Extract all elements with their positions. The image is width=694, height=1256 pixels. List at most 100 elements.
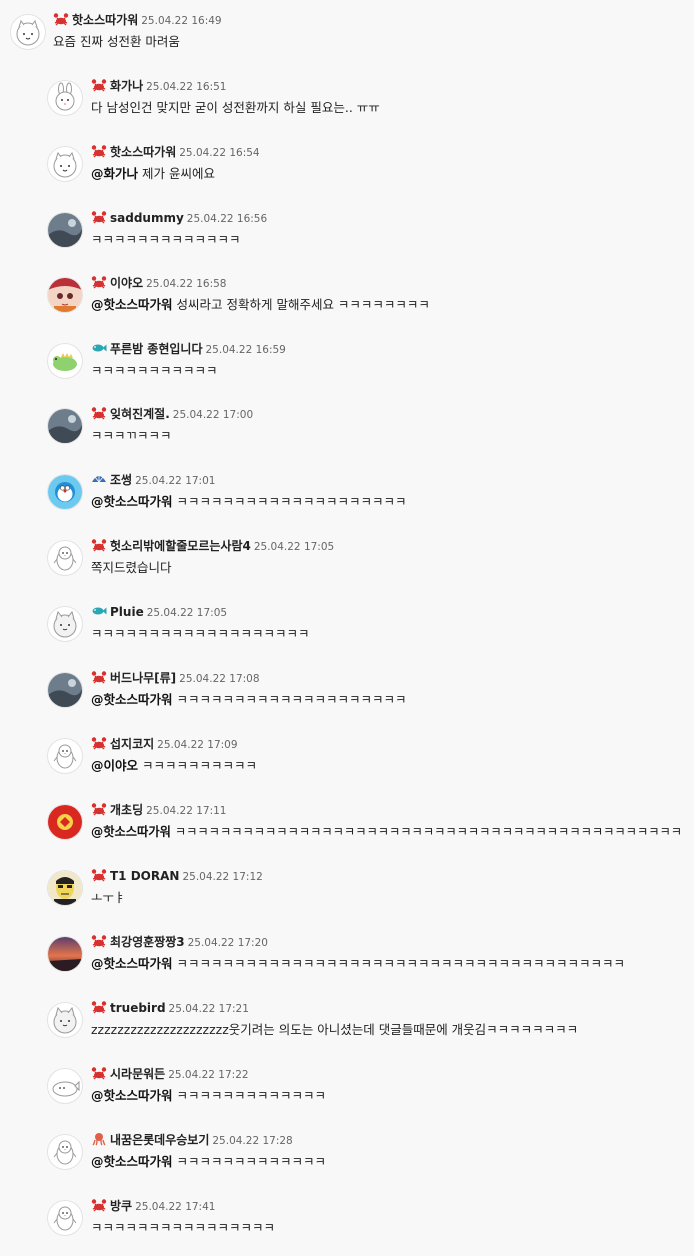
author-nickname[interactable]: 개초딩 bbox=[110, 803, 143, 817]
comment-item: 잊혀진계절. 25.04.22 17:00 ㅋㅋㅋㄲㅋㅋㅋ bbox=[0, 398, 694, 464]
crab-icon bbox=[91, 78, 107, 92]
comment-body: ㅋㅋㅋㄲㅋㅋㅋ bbox=[91, 428, 172, 444]
author-nickname[interactable]: 화가나 bbox=[110, 79, 143, 93]
mention-link[interactable]: @핫소스따가워 bbox=[91, 825, 171, 839]
comment-header: 개초딩 25.04.22 17:11 bbox=[91, 801, 226, 817]
comment-text: 성씨라고 정확하게 말해주세요 ㅋㅋㅋㅋㅋㅋㅋㅋ bbox=[176, 297, 430, 312]
avatar[interactable] bbox=[47, 540, 83, 576]
comment-item: 이야오 25.04.22 16:58 @핫소스따가워 성씨라고 정확하게 말해주세요 … bbox=[0, 267, 694, 333]
avatar[interactable] bbox=[47, 80, 83, 116]
comment-text: ㅗㅜㅑ bbox=[91, 890, 126, 905]
comment-header: 푸른밤 종현입니다 25.04.22 16:59 bbox=[91, 340, 286, 356]
comment-body: @핫소스따가워 ㅋㅋㅋㅋㅋㅋㅋㅋㅋㅋㅋㅋㅋ bbox=[91, 1154, 326, 1170]
comment-header: 헛소리밖에할줄모르는사람4 25.04.22 17:05 bbox=[91, 537, 334, 553]
comment-header: 최강영훈짱짱3 25.04.22 17:20 bbox=[91, 933, 268, 949]
avatar[interactable] bbox=[47, 870, 83, 906]
comment-header: 핫소스따가워 25.04.22 16:49 bbox=[53, 11, 222, 27]
mention-link[interactable]: @핫소스따가워 bbox=[91, 297, 173, 312]
author-nickname[interactable]: 버드나무[류] bbox=[110, 671, 176, 685]
avatar[interactable] bbox=[47, 146, 83, 182]
comment-timestamp: 25.04.22 16:56 bbox=[186, 213, 268, 225]
comment-text: ㅋㅋㅋㅋㅋㅋㅋㅋㅋㅋㅋ bbox=[91, 363, 218, 378]
comment-text: 요즘 진짜 성전환 마려움 bbox=[53, 34, 180, 49]
comment-text: zzzzzzzzzzzzzzzzzzzzz웃기려는 의도는 아니셨는데 댓글들때… bbox=[91, 1022, 579, 1037]
author-nickname[interactable]: 조썽 bbox=[110, 473, 132, 487]
author-nickname[interactable]: 시라문워든 bbox=[110, 1067, 165, 1081]
comment-item: 방쿠 25.04.22 17:41 ㅋㅋㅋㅋㅋㅋㅋㅋㅋㅋㅋㅋㅋㅋㅋㅋ bbox=[0, 1190, 694, 1256]
comment-item: Pluie 25.04.22 17:05 ㅋㅋㅋㅋㅋㅋㅋㅋㅋㅋㅋㅋㅋㅋㅋㅋㅋㅋㅋ bbox=[0, 596, 694, 662]
mention-link[interactable]: @핫소스따가워 bbox=[91, 1088, 173, 1103]
avatar[interactable] bbox=[10, 14, 46, 50]
avatar[interactable] bbox=[47, 1068, 83, 1104]
author-nickname[interactable]: truebird bbox=[110, 1001, 166, 1015]
comment-body: 요즘 진짜 성전환 마려움 bbox=[53, 34, 180, 50]
avatar[interactable] bbox=[47, 936, 83, 972]
comment-body: ㅋㅋㅋㅋㅋㅋㅋㅋㅋㅋㅋㅋㅋ bbox=[91, 232, 241, 248]
comment-item: 최강영훈짱짱3 25.04.22 17:20 @핫소스따가워 ㅋㅋㅋㅋㅋㅋㅋㅋㅋㅋㅋㅋ… bbox=[0, 926, 694, 992]
avatar[interactable] bbox=[47, 277, 83, 313]
comment-header: 잊혀진계절. 25.04.22 17:00 bbox=[91, 405, 253, 421]
comment-text: ㅋㅋㅋㅋㅋㅋㅋㅋㅋㅋㅋㅋㅋ bbox=[176, 1154, 327, 1169]
avatar[interactable] bbox=[47, 606, 83, 642]
comment-timestamp: 25.04.22 17:20 bbox=[187, 937, 268, 949]
author-nickname[interactable]: 푸른밤 종현입니다 bbox=[110, 342, 203, 356]
comment-thread: 핫소스따가워 25.04.22 16:49 요즘 진짜 성전환 마려움 화가나 25.0… bbox=[0, 0, 694, 1250]
comment-timestamp: 25.04.22 17:00 bbox=[172, 409, 254, 421]
comment-timestamp: 25.04.22 16:49 bbox=[141, 15, 222, 27]
author-nickname[interactable]: 잊혀진계절. bbox=[110, 407, 170, 421]
mention-link[interactable]: @핫소스따가워 bbox=[91, 692, 173, 707]
comment-item: 푸른밤 종현입니다 25.04.22 16:59 ㅋㅋㅋㅋㅋㅋㅋㅋㅋㅋㅋ bbox=[0, 333, 694, 399]
author-nickname[interactable]: 이야오 bbox=[110, 276, 143, 290]
crab-icon bbox=[91, 538, 107, 552]
mention-link[interactable]: @핫소스따가워 bbox=[91, 494, 173, 509]
comment-timestamp: 25.04.22 17:28 bbox=[212, 1135, 293, 1147]
comment-header: Pluie 25.04.22 17:05 bbox=[91, 603, 227, 619]
avatar[interactable] bbox=[47, 343, 83, 379]
author-nickname[interactable]: 섭지코지 bbox=[110, 737, 154, 751]
avatar[interactable] bbox=[47, 804, 83, 840]
mention-link[interactable]: @핫소스따가워 bbox=[91, 1154, 173, 1169]
avatar[interactable] bbox=[47, 672, 83, 708]
avatar[interactable] bbox=[47, 1134, 83, 1170]
comment-text: 제가 윤씨에요 bbox=[142, 166, 215, 181]
fish-icon bbox=[91, 341, 107, 355]
author-nickname[interactable]: 헛소리밖에할줄모르는사람4 bbox=[110, 539, 251, 553]
comment-text: ㅋㅋㅋㅋㅋㅋㅋㅋㅋㅋㅋㅋㅋㅋㅋㅋㅋㅋㅋㅋㅋㅋㅋㅋㅋㅋㅋㅋㅋㅋㅋㅋㅋㅋㅋㅋㅋㅋㅋㅋ… bbox=[174, 825, 683, 839]
avatar[interactable] bbox=[47, 738, 83, 774]
comment-timestamp: 25.04.22 17:09 bbox=[157, 739, 238, 751]
comment-body: @핫소스따가워 ㅋㅋㅋㅋㅋㅋㅋㅋㅋㅋㅋㅋㅋㅋㅋㅋㅋㅋㅋㅋ bbox=[91, 692, 407, 708]
author-nickname[interactable]: saddummy bbox=[110, 211, 184, 225]
author-nickname[interactable]: Pluie bbox=[110, 605, 144, 619]
comment-text: ㅋㅋㅋㅋㅋㅋㅋㅋㅋㅋ bbox=[142, 758, 258, 773]
comment-text: ㅋㅋㅋㅋㅋㅋㅋㅋㅋㅋㅋㅋㅋㅋㅋㅋㅋㅋㅋㅋ bbox=[176, 494, 407, 509]
avatar[interactable] bbox=[47, 1002, 83, 1038]
crab-icon bbox=[91, 1198, 107, 1212]
avatar[interactable] bbox=[47, 212, 83, 248]
avatar[interactable] bbox=[47, 1200, 83, 1236]
comment-text: ㅋㅋㅋㅋㅋㅋㅋㅋㅋㅋㅋㅋㅋ bbox=[91, 232, 241, 247]
mention-link[interactable]: @이야오 bbox=[91, 758, 138, 773]
crab-icon bbox=[91, 1000, 107, 1014]
author-nickname[interactable]: 핫소스따가워 bbox=[72, 13, 138, 27]
mention-link[interactable]: @핫소스따가워 bbox=[91, 956, 173, 971]
avatar[interactable] bbox=[47, 408, 83, 444]
author-nickname[interactable]: 내꿈은롯데우승보기 bbox=[110, 1133, 209, 1147]
avatar[interactable] bbox=[47, 474, 83, 510]
comment-timestamp: 25.04.22 16:59 bbox=[205, 344, 286, 356]
comment-body: @이야오 ㅋㅋㅋㅋㅋㅋㅋㅋㅋㅋ bbox=[91, 758, 257, 774]
comment-timestamp: 25.04.22 17:05 bbox=[146, 607, 228, 619]
mention-link[interactable]: @화가나 bbox=[91, 166, 138, 181]
author-nickname[interactable]: 최강영훈짱짱3 bbox=[110, 935, 185, 949]
comment-timestamp: 25.04.22 17:01 bbox=[135, 475, 216, 487]
crab-icon bbox=[91, 934, 107, 948]
comment-body: @핫소스따가워 성씨라고 정확하게 말해주세요 ㅋㅋㅋㅋㅋㅋㅋㅋ bbox=[91, 297, 430, 313]
comment-header: 시라문워든 25.04.22 17:22 bbox=[91, 1065, 249, 1081]
author-nickname[interactable]: 방쿠 bbox=[110, 1199, 132, 1213]
comment-item: T1 DORAN 25.04.22 17:12 ㅗㅜㅑ bbox=[0, 860, 694, 926]
comment-text: ㅋㅋㅋㅋㅋㅋㅋㅋㅋㅋㅋㅋㅋㅋㅋㅋㅋㅋㅋㅋ bbox=[176, 692, 407, 707]
author-nickname[interactable]: T1 DORAN bbox=[110, 869, 179, 883]
comment-header: truebird 25.04.22 17:21 bbox=[91, 999, 249, 1015]
author-nickname[interactable]: 핫소스따가워 bbox=[110, 145, 176, 159]
comment-body: ㅋㅋㅋㅋㅋㅋㅋㅋㅋㅋㅋㅋㅋㅋㅋㅋㅋㅋㅋ bbox=[91, 626, 310, 642]
octopus-icon bbox=[91, 1132, 107, 1146]
